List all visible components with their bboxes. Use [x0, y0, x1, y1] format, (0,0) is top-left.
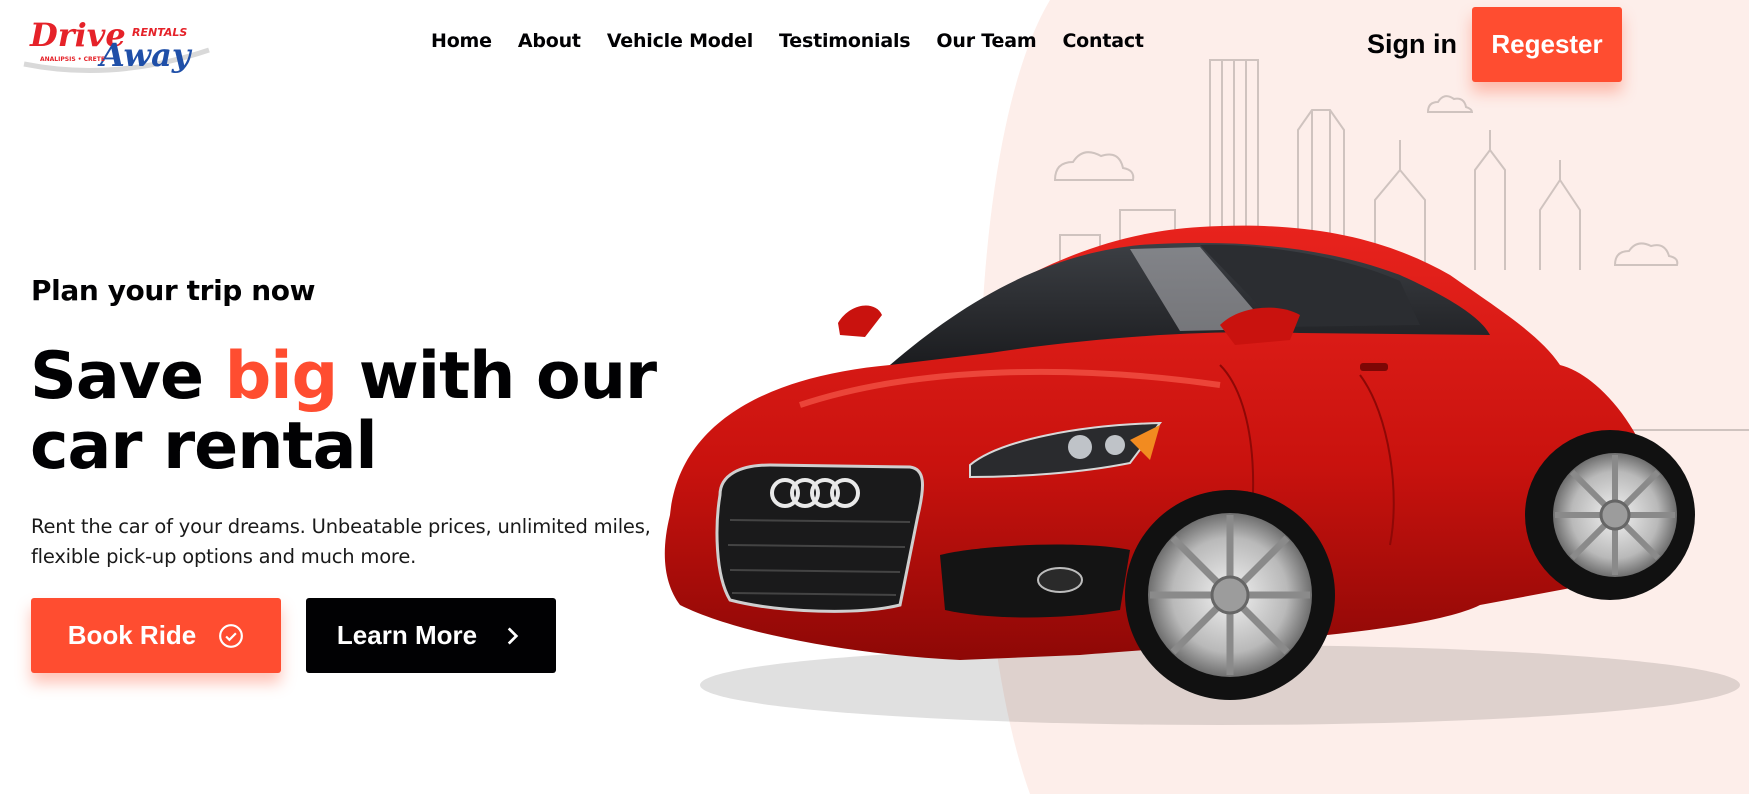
- check-circle-icon: [219, 623, 244, 648]
- nav-home[interactable]: Home: [431, 30, 492, 52]
- main-nav: Home About Vehicle Model Testimonials Ou…: [431, 30, 1170, 52]
- logo-word-away: Away: [97, 36, 193, 74]
- chevron-right-icon: [507, 626, 519, 645]
- book-ride-label: Book Ride: [67, 620, 197, 650]
- learn-more-button[interactable]: Learn More: [306, 598, 556, 673]
- nav-contact[interactable]: Contact: [1062, 30, 1144, 52]
- learn-more-label: Learn More: [336, 620, 478, 650]
- nav-our-team[interactable]: Our Team: [936, 30, 1036, 52]
- register-button[interactable]: Regester: [1472, 7, 1622, 82]
- book-ride-button[interactable]: Book Ride: [31, 598, 281, 673]
- hero-car-image: [660, 215, 1740, 735]
- logo-sub: ANALIPSIS • CRETE: [40, 56, 105, 63]
- headline-pre: Save: [30, 339, 225, 414]
- hero-description: Rent the car of your dreams. Unbeatable …: [31, 515, 651, 568]
- hero-kicker: Plan your trip now: [31, 274, 316, 307]
- nav-about[interactable]: About: [518, 30, 581, 52]
- brand-logo[interactable]: Drive RENTALS Away ANALIPSIS • CRETE: [23, 12, 214, 74]
- headline-accent: big: [224, 339, 338, 414]
- hero-headline: Save big with our car rental: [30, 342, 730, 482]
- nav-vehicle-model[interactable]: Vehicle Model: [607, 30, 753, 52]
- sign-in-link[interactable]: Sign in: [1367, 29, 1457, 60]
- nav-testimonials[interactable]: Testimonials: [779, 30, 911, 52]
